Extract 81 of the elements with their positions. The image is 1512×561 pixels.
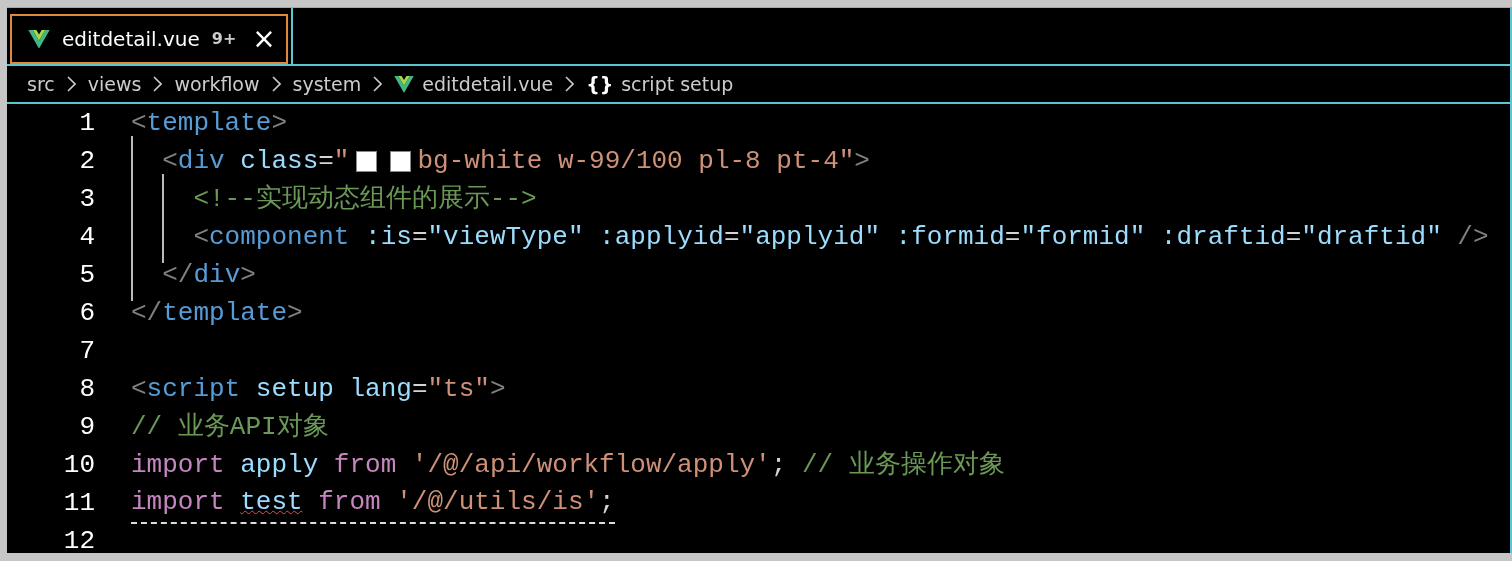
breadcrumb-item[interactable]: editdetail.vue	[422, 69, 554, 99]
code-token: =	[411, 220, 428, 254]
chevron-right-icon	[153, 76, 163, 92]
chevron-right-icon	[565, 76, 575, 92]
code-token: ;	[770, 448, 787, 482]
code-token: "ts"	[427, 372, 490, 406]
code-token: :applyid	[598, 220, 724, 254]
code-token: "	[333, 144, 350, 178]
code-token: "draftid"	[1301, 220, 1442, 254]
code-token: >	[854, 144, 870, 178]
code-token: >	[240, 258, 256, 292]
code-token: =	[1004, 220, 1021, 254]
code-token: :draftid	[1159, 220, 1286, 254]
code-token: <	[131, 372, 147, 406]
code-token: <	[161, 144, 178, 178]
code-token: // 业务操作对象	[800, 448, 1005, 482]
code-token: <!--实现动态组件的展示-->	[192, 182, 537, 216]
line-number: 6	[78, 296, 95, 330]
code-token: script	[146, 372, 241, 406]
code-token: from	[332, 448, 397, 482]
code-token: test	[240, 485, 303, 519]
line-number: 7	[78, 334, 95, 368]
tab-label: editdetail.vue	[62, 26, 200, 53]
code-token: ;	[599, 485, 615, 519]
code-token: =	[1285, 220, 1302, 254]
line-number: 10	[62, 448, 95, 482]
code-token: "formid"	[1020, 220, 1146, 254]
line-number: 11	[62, 486, 95, 520]
vue-logo-icon	[394, 75, 415, 93]
breadcrumb-item[interactable]: views	[87, 69, 142, 99]
line-number: 9	[78, 410, 95, 444]
code-token: <	[192, 220, 209, 254]
line-number: 12	[62, 524, 95, 553]
code-token: =	[411, 372, 428, 406]
line-number: 8	[78, 372, 95, 406]
chevron-right-icon	[66, 76, 76, 92]
code-token: lang	[348, 372, 412, 406]
code-token: '/@/api/workflow/apply'	[410, 448, 771, 482]
code-token: from	[317, 485, 381, 519]
close-tab-button[interactable]: ×	[252, 25, 276, 53]
line-number: 3	[78, 182, 95, 216]
line-number: 1	[78, 106, 95, 140]
editor-tab[interactable]: editdetail.vue 9+ ×	[10, 14, 288, 64]
code-token: // 业务API对象	[131, 410, 329, 444]
code-token: import	[131, 485, 226, 519]
breadcrumb-item[interactable]: src	[27, 69, 55, 99]
code-token: component	[209, 220, 350, 254]
code-token: >	[271, 106, 288, 140]
breadcrumb-item[interactable]: script setup	[621, 69, 734, 99]
braces-icon: {}	[586, 69, 614, 99]
code-token: >	[489, 372, 506, 406]
breadcrumb-item[interactable]: system	[292, 69, 362, 99]
code-token: >	[287, 296, 303, 330]
code-token: import	[131, 448, 225, 482]
code-token: template	[162, 296, 288, 330]
chevron-right-icon	[271, 76, 281, 92]
code-token: setup	[254, 372, 334, 406]
code-token: =	[723, 220, 740, 254]
vue-logo-icon	[28, 29, 50, 49]
code-token: "applyid"	[739, 220, 880, 254]
line-number: 4	[78, 220, 95, 254]
code-token: :is	[364, 220, 412, 254]
code-token: '/@/utils/is'	[395, 485, 600, 519]
code-token: <	[131, 106, 147, 140]
code-token: bg-white w-99/100 pl-8 pt-4"	[417, 144, 855, 178]
chevron-right-icon	[373, 76, 383, 92]
code-token: </	[161, 258, 194, 292]
code-token: "viewType"	[427, 220, 584, 254]
code-token: div	[177, 144, 225, 178]
code-token: </	[131, 296, 163, 330]
code-token: :formid	[894, 220, 1005, 254]
code-token: template	[146, 106, 272, 140]
line-number: 2	[78, 144, 95, 178]
code-token: />	[1456, 220, 1489, 254]
code-token: apply	[239, 448, 319, 482]
code-token: =	[318, 144, 334, 178]
problem-count: 9+	[211, 28, 237, 50]
code-token: class	[239, 144, 319, 178]
line-number: 5	[78, 258, 95, 292]
code-token: div	[193, 258, 241, 292]
breadcrumb-item[interactable]: workflow	[174, 69, 260, 99]
